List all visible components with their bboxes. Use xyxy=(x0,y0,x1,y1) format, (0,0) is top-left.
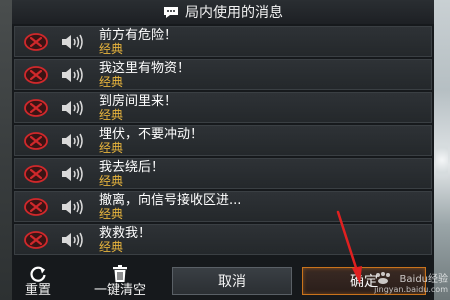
message-tag: 经典 xyxy=(99,75,124,89)
message-item[interactable]: 埋伏，不要冲动！ 经典 xyxy=(14,125,432,156)
clear-all-label: 一键清空 xyxy=(93,283,146,298)
delete-icon[interactable] xyxy=(23,66,49,84)
speaker-icon[interactable] xyxy=(60,67,88,83)
message-tag: 经典 xyxy=(99,174,124,188)
message-item[interactable]: 到房间里来！ 经典 xyxy=(14,92,432,123)
message-tag: 经典 xyxy=(99,207,124,221)
cancel-button[interactable]: 取消 xyxy=(172,267,292,295)
clear-all-button[interactable]: 一键清空 xyxy=(84,263,156,300)
cancel-label: 取消 xyxy=(218,274,246,290)
message-text: 我这里有物资！ xyxy=(99,61,191,76)
game-background-right xyxy=(434,0,450,300)
delete-icon[interactable] xyxy=(23,231,49,249)
speaker-icon[interactable] xyxy=(60,232,88,248)
delete-icon[interactable] xyxy=(23,165,49,183)
delete-icon[interactable] xyxy=(23,198,49,216)
message-item[interactable]: 我去绕后！ 经典 xyxy=(14,158,432,189)
watermark-brand: Baidu经验 xyxy=(399,274,448,285)
delete-icon[interactable] xyxy=(23,132,49,150)
message-item[interactable]: 前方有危险！ 经典 xyxy=(14,26,432,57)
message-text: 救救我！ xyxy=(99,226,152,241)
quick-message-panel: 局内使用的消息 前方有危险！ 经典 我这里有物资！ 经典 到房间里来！ 经典 埋… xyxy=(12,0,434,300)
reset-button[interactable]: 重置 xyxy=(18,263,58,300)
game-background-left xyxy=(0,0,12,300)
message-icon xyxy=(164,6,178,18)
message-text: 撤离，向信号接收区进... xyxy=(99,193,242,208)
paw-icon xyxy=(375,271,390,284)
message-text: 前方有危险！ xyxy=(99,28,178,43)
message-text: 到房间里来！ xyxy=(99,94,178,109)
panel-title: 局内使用的消息 xyxy=(185,5,283,21)
speaker-icon[interactable] xyxy=(60,199,88,215)
trash-icon xyxy=(113,265,127,282)
delete-icon[interactable] xyxy=(23,99,49,117)
message-tag: 经典 xyxy=(99,141,124,155)
watermark-logo: Baidu经验 xyxy=(374,270,448,285)
speaker-icon[interactable] xyxy=(60,100,88,116)
reset-label: 重置 xyxy=(24,283,51,298)
speaker-icon[interactable] xyxy=(60,166,88,182)
panel-header: 局内使用的消息 xyxy=(12,0,434,24)
message-tag: 经典 xyxy=(99,42,124,56)
watermark-url: jingyan.baidu.com xyxy=(374,285,448,294)
message-text: 埋伏，不要冲动！ xyxy=(99,127,204,142)
message-tag: 经典 xyxy=(99,240,124,254)
speaker-icon[interactable] xyxy=(60,133,88,149)
delete-icon[interactable] xyxy=(23,33,49,51)
baidu-jingyan-watermark: Baidu经验 jingyan.baidu.com xyxy=(342,270,448,298)
reset-icon xyxy=(30,266,46,282)
message-item[interactable]: 我这里有物资！ 经典 xyxy=(14,59,432,90)
message-tag: 经典 xyxy=(99,108,124,122)
speaker-icon[interactable] xyxy=(60,34,88,50)
message-text: 我去绕后！ xyxy=(99,160,165,175)
